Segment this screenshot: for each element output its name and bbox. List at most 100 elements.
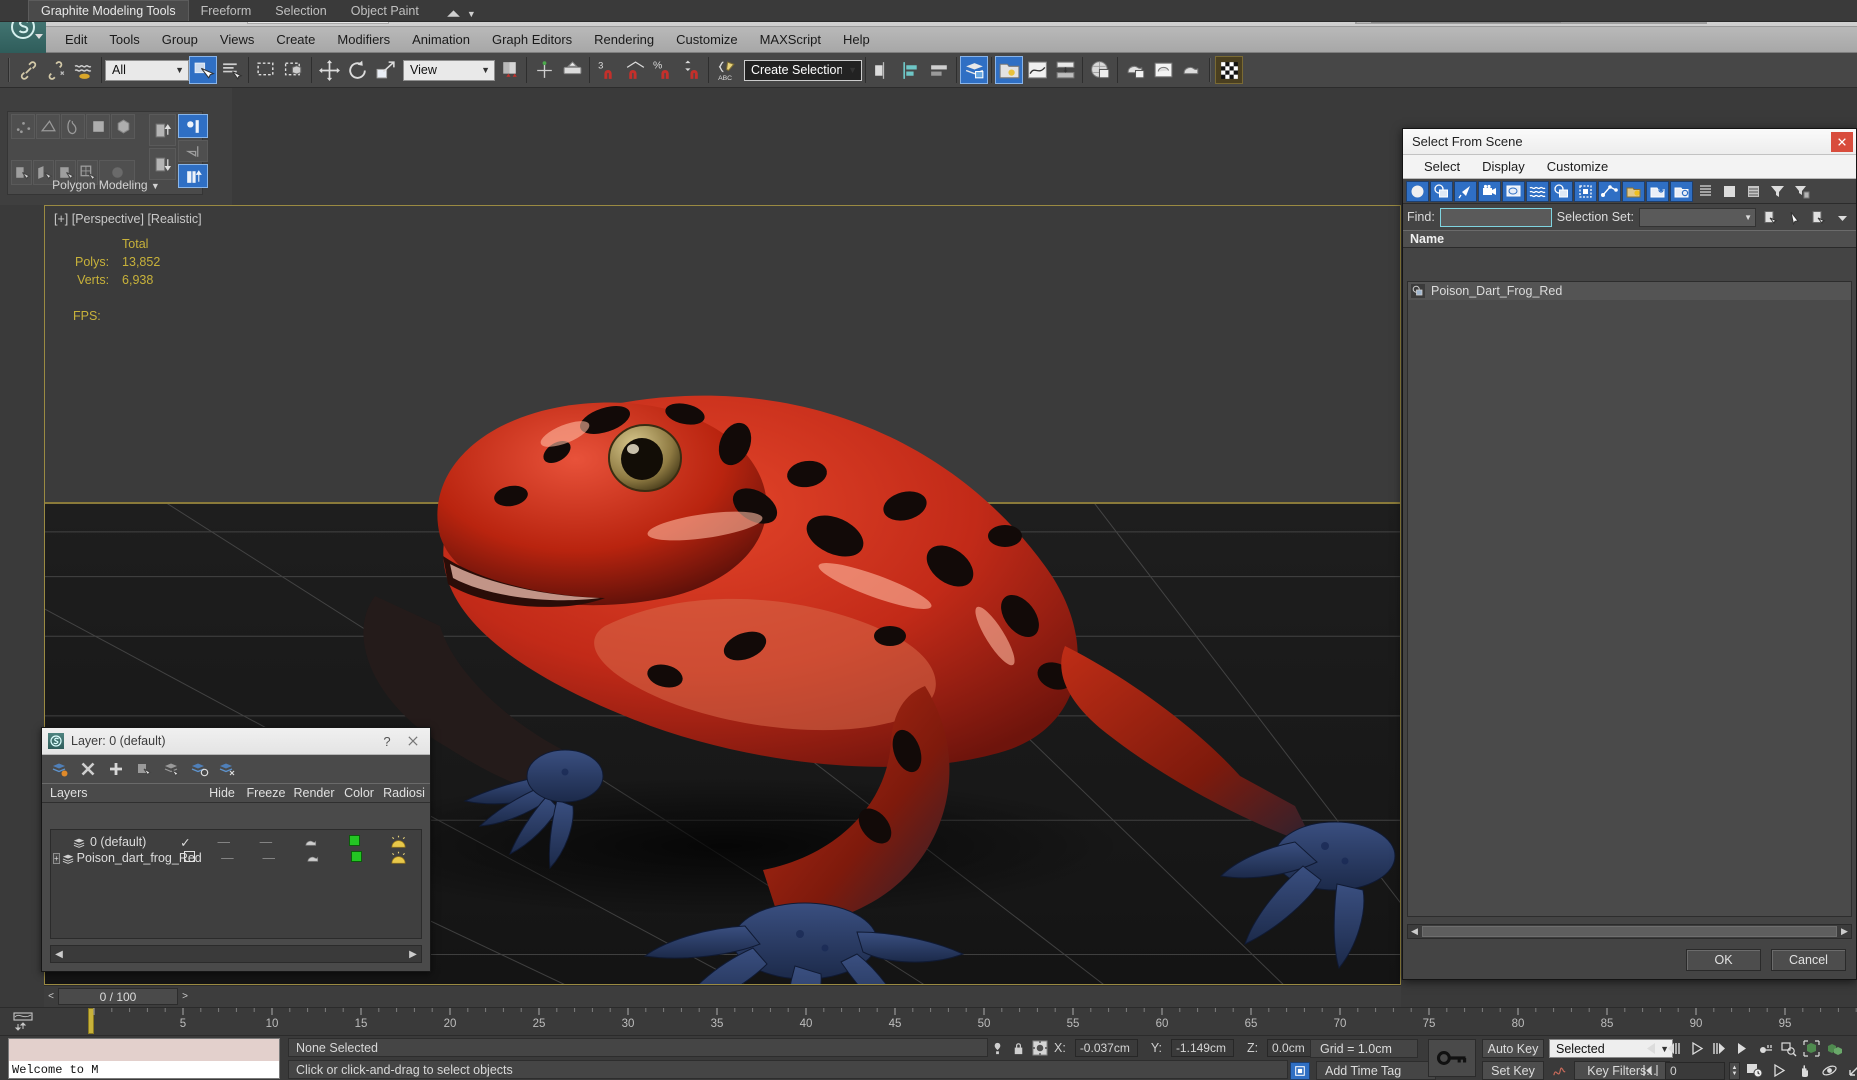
- layer-render-cell[interactable]: [289, 836, 335, 849]
- unlink-selection-icon[interactable]: [42, 56, 70, 84]
- percent-snap-icon[interactable]: %: [649, 56, 677, 84]
- remove-selection-set-icon[interactable]: [1809, 208, 1828, 227]
- sfs-menu-select[interactable]: Select: [1413, 159, 1471, 174]
- mirror-tool-icon[interactable]: [869, 56, 897, 84]
- named-selection-sets-icon[interactable]: ABC: [712, 56, 740, 84]
- display-hidden-icon[interactable]: [1670, 180, 1693, 202]
- polygon-sub-object-icon[interactable]: [86, 114, 110, 139]
- menu-tools[interactable]: Tools: [98, 27, 150, 53]
- selection-filter-combo[interactable]: All ▼: [105, 59, 189, 81]
- column-freeze[interactable]: Freeze: [242, 786, 290, 800]
- x-coordinate-field[interactable]: -0.037cm: [1074, 1039, 1138, 1057]
- go-to-end-icon[interactable]: [1732, 1039, 1753, 1058]
- isolate-selection-icon[interactable]: [990, 1041, 1005, 1056]
- selection-set-combo[interactable]: ▼: [1638, 207, 1756, 227]
- menu-animation[interactable]: Animation: [401, 27, 481, 53]
- field-of-view-icon[interactable]: [1844, 1061, 1857, 1080]
- scroll-right-arrow-icon[interactable]: ▶: [1838, 925, 1851, 938]
- current-frame-indicator[interactable]: 0 / 100: [58, 988, 178, 1005]
- maxscript-mini-listener[interactable]: Welcome to M: [8, 1038, 280, 1079]
- scroll-left-arrow-icon[interactable]: ◀: [1408, 925, 1421, 938]
- close-icon[interactable]: [400, 730, 426, 752]
- orbit-icon[interactable]: [1819, 1061, 1840, 1080]
- tab-selection[interactable]: Selection: [263, 1, 338, 21]
- display-frozen-icon[interactable]: [1646, 180, 1669, 202]
- align-icon[interactable]: [897, 56, 925, 84]
- add-time-tag-button[interactable]: Add Time Tag: [1316, 1061, 1436, 1080]
- layer-radiosity-cell[interactable]: [375, 835, 421, 850]
- adaptive-degradation-icon[interactable]: [1290, 1061, 1310, 1080]
- render-setup-icon[interactable]: [1121, 56, 1149, 84]
- sfs-column-header[interactable]: Name: [1403, 230, 1856, 248]
- sfs-toolbar-overflow-icon[interactable]: [1833, 208, 1852, 227]
- menu-group[interactable]: Group: [151, 27, 209, 53]
- viewport-label[interactable]: [+] [Perspective] [Realistic]: [54, 212, 202, 226]
- layer-radiosity-cell[interactable]: [376, 851, 421, 866]
- display-lights-icon[interactable]: [1454, 180, 1477, 202]
- tab-graphite-modeling-tools[interactable]: Graphite Modeling Tools: [28, 0, 189, 21]
- display-xrefs-icon[interactable]: [1574, 180, 1597, 202]
- scroll-left-arrow-icon[interactable]: ◀: [51, 946, 67, 962]
- table-row[interactable]: 0 (default) ✓ — —: [51, 834, 421, 850]
- column-radiosity[interactable]: Radiosi: [380, 786, 428, 800]
- select-highlighted-objects-icon[interactable]: [133, 758, 155, 780]
- display-bones-icon[interactable]: [1598, 180, 1621, 202]
- menu-views[interactable]: Views: [209, 27, 265, 53]
- bind-to-space-warp-icon[interactable]: [70, 56, 98, 84]
- color-swatch[interactable]: [350, 851, 362, 862]
- key-filters-curve-icon[interactable]: [1549, 1061, 1569, 1080]
- snap-toggle-3-icon[interactable]: 3: [593, 56, 621, 84]
- select-highlighted-layers-icon[interactable]: [161, 758, 183, 780]
- display-helpers-icon[interactable]: [1502, 180, 1525, 202]
- display-space-warps-icon[interactable]: [1526, 180, 1549, 202]
- maxscript-listener-text[interactable]: Welcome to M: [9, 1061, 279, 1079]
- sfs-horizontal-scrollbar[interactable]: ◀ ▶: [1407, 924, 1852, 939]
- table-row[interactable]: + Poison_dart_frog_Red — —: [51, 850, 421, 866]
- column-render[interactable]: Render: [290, 786, 338, 800]
- quick-align-icon[interactable]: [925, 56, 953, 84]
- zoom-extents-icon[interactable]: [1778, 1039, 1799, 1058]
- track-bar[interactable]: 5101520253035404550556065707580859095100: [0, 1007, 1857, 1035]
- select-objects-icon[interactable]: [1785, 208, 1804, 227]
- tab-freeform[interactable]: Freeform: [189, 1, 264, 21]
- select-and-move-icon[interactable]: [315, 56, 343, 84]
- play-preview-icon[interactable]: [1769, 1061, 1790, 1080]
- mirror-icon[interactable]: [558, 56, 586, 84]
- color-swatch[interactable]: [349, 835, 361, 846]
- menu-edit[interactable]: Edit: [54, 27, 98, 53]
- render-preview-icon[interactable]: [1215, 56, 1243, 84]
- manage-layers-icon[interactable]: [995, 56, 1023, 84]
- cancel-button[interactable]: Cancel: [1771, 949, 1846, 971]
- absolute-relative-transform-icon[interactable]: [1032, 1040, 1048, 1056]
- current-frame-field[interactable]: 0: [1665, 1061, 1725, 1080]
- element-sub-object-icon[interactable]: [111, 114, 135, 139]
- border-sub-object-icon[interactable]: [61, 114, 85, 139]
- use-pivot-center-icon[interactable]: [495, 56, 523, 84]
- y-coordinate-field[interactable]: -1.149cm: [1170, 1039, 1234, 1057]
- material-editor-icon[interactable]: [1086, 56, 1114, 84]
- sfs-menu-display[interactable]: Display: [1471, 159, 1536, 174]
- layer-freeze-cell[interactable]: —: [243, 835, 289, 849]
- vertex-sub-object-icon[interactable]: [11, 114, 35, 139]
- selection-set-combo[interactable]: Create Selection Se ▼: [744, 59, 862, 81]
- scroll-right-arrow-icon[interactable]: ▶: [405, 946, 421, 962]
- schematic-view-icon[interactable]: [1051, 56, 1079, 84]
- filter-clear-icon[interactable]: [1790, 181, 1813, 202]
- selection-lock-icon[interactable]: [1011, 1041, 1026, 1056]
- add-selection-to-layer-icon[interactable]: [105, 758, 127, 780]
- layer-list[interactable]: 0 (default) ✓ — — + Poison_dart_frog_Red…: [50, 829, 422, 939]
- layer-horizontal-scrollbar[interactable]: ◀ ▶: [50, 945, 422, 963]
- angle-snap-icon[interactable]: [621, 56, 649, 84]
- rectangular-region-icon[interactable]: [252, 56, 280, 84]
- display-containers-icon[interactable]: [1622, 180, 1645, 202]
- frame-spinner-arrows[interactable]: ▲ ▼: [1729, 1061, 1740, 1080]
- layer-freeze-cell[interactable]: —: [246, 851, 291, 865]
- column-color[interactable]: Color: [338, 786, 380, 800]
- sfs-menu-customize[interactable]: Customize: [1536, 159, 1619, 174]
- tab-object-paint[interactable]: Object Paint: [339, 1, 431, 21]
- auto-key-button[interactable]: Auto Key: [1482, 1039, 1544, 1058]
- play-animation-icon[interactable]: [1686, 1039, 1707, 1058]
- window-crossing-icon[interactable]: [280, 56, 308, 84]
- time-slider-bar[interactable]: < 0 / 100 >: [44, 985, 1401, 1007]
- next-frame-icon[interactable]: [1709, 1039, 1730, 1058]
